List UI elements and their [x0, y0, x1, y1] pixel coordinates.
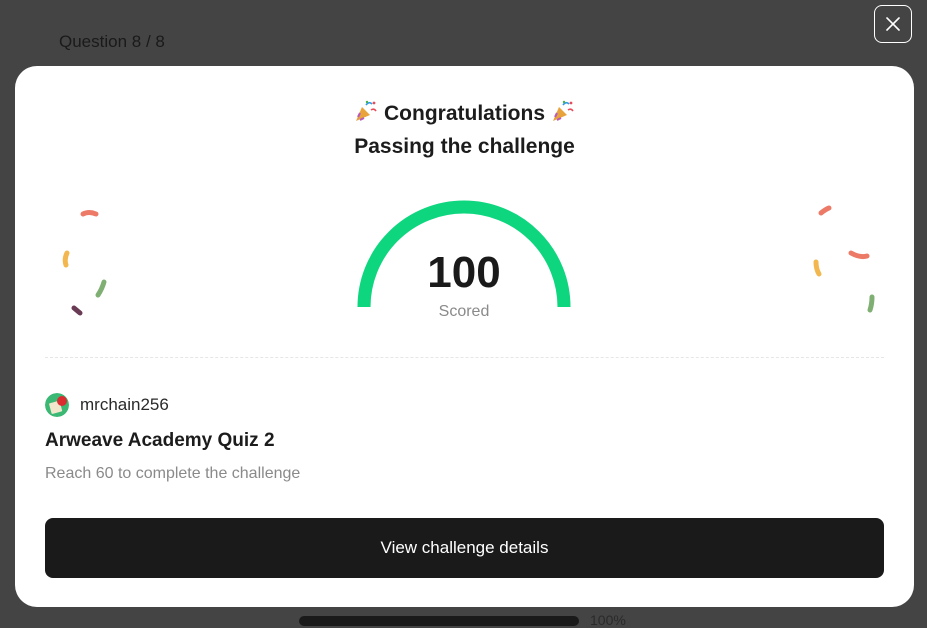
username: mrchain256	[80, 395, 169, 414]
user-info: mrchain256	[45, 393, 169, 417]
score-label: Scored	[438, 303, 490, 320]
title-text: Congratulations	[384, 102, 545, 125]
modal-subtitle: Passing the challenge	[354, 135, 575, 158]
close-button[interactable]	[874, 5, 912, 43]
party-popper-icon	[356, 100, 377, 121]
question-counter: Question 8 / 8	[59, 32, 165, 51]
score-value: 100	[427, 248, 501, 297]
close-icon	[886, 17, 900, 31]
party-popper-icon	[553, 100, 574, 121]
divider	[45, 357, 884, 358]
progress-bar	[299, 616, 579, 626]
view-challenge-details-button[interactable]: View challenge details	[45, 518, 884, 578]
user-avatar-icon	[45, 393, 69, 417]
quiz-title: Arweave Academy Quiz 2	[45, 430, 275, 451]
result-modal: Congratulations Passing the challenge 10…	[15, 66, 914, 607]
modal-title: Congratulations	[15, 99, 914, 126]
progress-label: 100%	[590, 612, 626, 628]
challenge-requirement: Reach 60 to complete the challenge	[45, 465, 301, 482]
